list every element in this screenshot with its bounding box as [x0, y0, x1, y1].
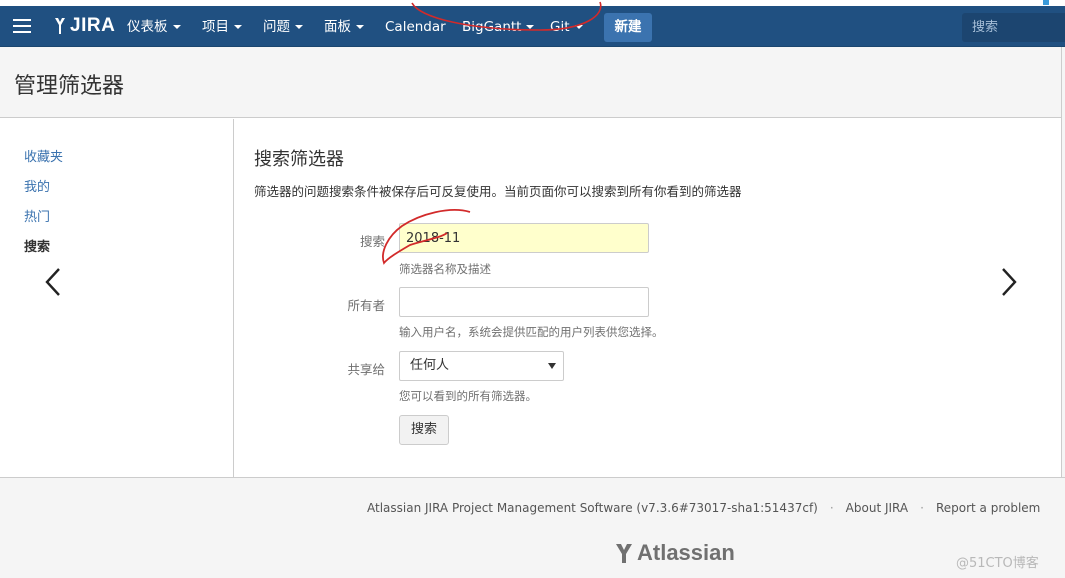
- top-navigation-bar: JIRA 仪表板 项目 问题 面板 Calendar BigGantt Git …: [0, 0, 1065, 47]
- sidebar-item-popular[interactable]: 热门: [24, 206, 50, 225]
- search-field-help: 筛选器名称及描述: [399, 262, 491, 276]
- quick-search-input[interactable]: [962, 13, 1065, 42]
- footer-about-link[interactable]: About JIRA: [846, 501, 908, 515]
- share-field-label: 共享给: [347, 362, 385, 377]
- jira-logo-text: JIRA: [70, 15, 116, 36]
- owner-input[interactable]: [399, 287, 649, 317]
- chevron-down-icon: [295, 25, 303, 29]
- nav-item-label: Calendar: [385, 19, 446, 35]
- chevron-right-icon[interactable]: [1000, 266, 1018, 298]
- nav-item-projects[interactable]: 项目: [202, 17, 242, 37]
- browser-top-strip: [0, 0, 1065, 6]
- nav-item-label: 仪表板: [127, 19, 168, 35]
- search-field-label: 搜索: [359, 234, 385, 249]
- top-right-marker: [1043, 0, 1049, 5]
- atlassian-logo-icon: [616, 544, 632, 563]
- share-select[interactable]: 任何人: [399, 351, 564, 381]
- owner-field-help: 输入用户名，系统会提供匹配的用户列表供您选择。: [399, 325, 664, 339]
- chevron-down-icon: [356, 25, 364, 29]
- nav-item-label: 面板: [324, 19, 351, 35]
- nav-item-dashboards[interactable]: 仪表板: [127, 17, 181, 37]
- owner-field-label: 所有者: [347, 298, 385, 313]
- create-button[interactable]: 新建: [604, 13, 652, 42]
- share-select-value: 任何人: [410, 358, 450, 373]
- app-switcher-menu-icon[interactable]: [13, 19, 31, 33]
- jira-logo[interactable]: JIRA: [52, 15, 115, 37]
- sidebar-item-search[interactable]: 搜索: [24, 236, 50, 255]
- quick-search: [962, 13, 1065, 42]
- page-title: 管理筛选器: [14, 74, 125, 99]
- nav-item-label: 项目: [202, 19, 229, 35]
- nav-item-git[interactable]: Git: [550, 17, 583, 37]
- atlassian-logo-text: Atlassian: [637, 540, 735, 565]
- search-submit-button[interactable]: 搜索: [399, 415, 449, 445]
- atlassian-logo[interactable]: Atlassian: [614, 540, 735, 566]
- sidebar-item-my[interactable]: 我的: [24, 176, 50, 195]
- footer-version: Atlassian JIRA Project Management Softwa…: [367, 501, 818, 515]
- section-heading: 搜索筛选器: [254, 149, 344, 170]
- select-arrow-icon: [548, 363, 556, 369]
- main-content: 搜索筛选器 筛选器的问题搜索条件被保存后可反复使用。当前页面你可以搜索到所有你看…: [235, 119, 1061, 477]
- chevron-down-icon: [574, 25, 583, 29]
- page-header: 管理筛选器: [0, 47, 1065, 118]
- sidebar-item-favourites[interactable]: 收藏夹: [24, 146, 63, 165]
- watermark: @51CTO博客: [956, 556, 1039, 571]
- nav-item-boards[interactable]: 面板: [324, 17, 364, 37]
- chevron-down-icon: [526, 25, 535, 29]
- jira-logo-icon: [55, 18, 65, 34]
- chevron-down-icon: [172, 25, 181, 29]
- nav-item-calendar[interactable]: Calendar: [385, 17, 446, 37]
- nav-item-issues[interactable]: 问题: [263, 17, 303, 37]
- footer: Atlassian JIRA Project Management Softwa…: [0, 477, 1065, 578]
- footer-links: Atlassian JIRA Project Management Softwa…: [367, 501, 1041, 515]
- footer-report-link[interactable]: Report a problem: [936, 501, 1040, 515]
- section-description: 筛选器的问题搜索条件被保存后可反复使用。当前页面你可以搜索到所有你看到的筛选器: [254, 184, 742, 199]
- chevron-left-icon[interactable]: [44, 266, 62, 298]
- right-edge: [1061, 47, 1065, 477]
- nav-item-label: BigGantt: [462, 19, 522, 35]
- chevron-down-icon: [234, 25, 242, 29]
- share-field-help: 您可以看到的所有筛选器。: [399, 389, 537, 403]
- nav-item-biggantt[interactable]: BigGantt: [462, 17, 535, 37]
- nav-item-label: 问题: [263, 19, 290, 35]
- nav-item-label: Git: [550, 19, 570, 35]
- sidebar: 收藏夹 我的 热门 搜索: [0, 119, 234, 477]
- search-text-input[interactable]: [399, 223, 649, 253]
